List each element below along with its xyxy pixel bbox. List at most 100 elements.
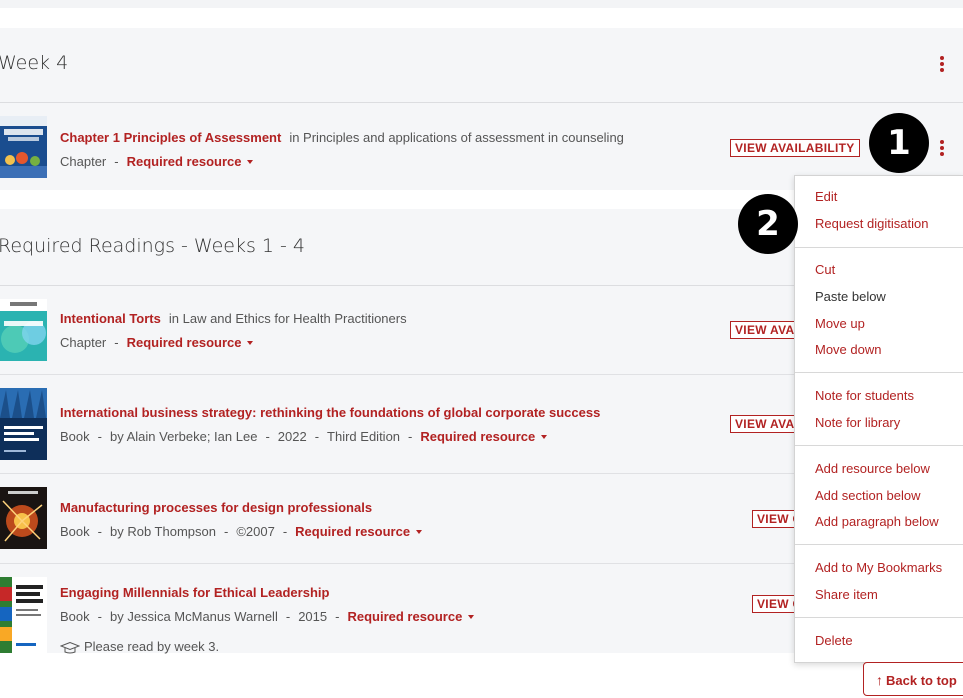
back-to-top-button[interactable]: ↑ Back to top [863, 662, 963, 696]
menu-separator [795, 247, 963, 248]
view-availability-button[interactable]: VIEW C [752, 595, 796, 613]
callout-badge-2: 2 [738, 194, 798, 254]
required-resource-dropdown[interactable]: Required resource [127, 154, 254, 169]
menu-separator [795, 372, 963, 373]
resource-meta: Book - by Rob Thompson - ©2007- Required reso… [60, 524, 423, 539]
menu-item-delete[interactable]: Delete [815, 633, 853, 648]
meta-separator: - [408, 429, 413, 444]
meta-separator: - [97, 429, 102, 444]
section-title: Week 4 [0, 52, 69, 74]
menu-item-move-up[interactable]: Move up [815, 316, 865, 331]
section-menu-kebab-icon[interactable] [937, 54, 947, 74]
resource-author: by Rob Thompson [109, 524, 216, 539]
resource-type: Book [60, 524, 90, 539]
view-availability-button[interactable]: VIEW C [752, 510, 796, 528]
menu-item-request-digitisation[interactable]: Request digitisation [815, 216, 928, 231]
resource-title[interactable]: Engaging Millennials for Ethical Leaders… [60, 585, 329, 600]
resource-type: Chapter [60, 335, 107, 350]
resource-title[interactable]: International business strategy: rethink… [60, 405, 600, 420]
meta-separator: - [335, 609, 340, 624]
menu-item-add-to-bookmarks[interactable]: Add to My Bookmarks [815, 560, 942, 575]
mortarboard-icon [59, 641, 81, 654]
required-resource-dropdown[interactable]: Required resource [295, 524, 423, 539]
required-resource-dropdown[interactable]: Required resource [127, 335, 254, 350]
meta-separator: - [265, 429, 270, 444]
caret-down-icon [468, 614, 475, 619]
back-to-top-label[interactable]: Back to top [886, 673, 957, 688]
meta-separator: - [114, 154, 119, 169]
book-cover-thumbnail [0, 116, 47, 178]
resource-type: Book [60, 429, 90, 444]
resource-meta: Book - by Alain Verbeke; Ian Lee -2022- Thir… [60, 429, 548, 444]
resource-type: Chapter [60, 154, 107, 169]
book-cover-thumbnail [0, 577, 47, 653]
book-cover-thumbnail [0, 388, 47, 460]
section-divider [0, 102, 963, 103]
required-resource-label[interactable]: Required resource [127, 335, 242, 350]
item-actions-menu: Edit Request digitisation Cut Paste belo… [794, 175, 963, 663]
section-week-4: Week 4 Chapter 1 Principles of Assessmen… [0, 28, 963, 190]
menu-item-edit[interactable]: Edit [815, 189, 837, 204]
meta-separator: - [223, 524, 229, 539]
arrow-up-icon: ↑ [876, 672, 883, 688]
menu-item-note-for-library[interactable]: Note for library [815, 415, 900, 430]
view-availability-button[interactable]: VIEW AVA [730, 415, 796, 433]
menu-separator [795, 617, 963, 618]
caret-down-icon [247, 340, 254, 345]
resource-title-link[interactable]: Chapter 1 Principles of Assessment in Pri… [60, 130, 624, 145]
resource-edition: Third Edition [327, 429, 401, 444]
item-menu-kebab-icon[interactable] [937, 138, 947, 158]
resource-meta: Chapter - Required resource [60, 335, 254, 350]
menu-item-add-section-below[interactable]: Add section below [815, 488, 921, 503]
section-title: Required Readings - Weeks 1 - 4 [0, 235, 306, 257]
resource-year: 2015 [298, 609, 328, 624]
caret-down-icon [247, 159, 254, 164]
caret-down-icon [541, 434, 548, 439]
menu-item-share-item[interactable]: Share item [815, 587, 878, 602]
resource-title[interactable]: Manufacturing processes for design profe… [60, 500, 372, 515]
required-resource-label[interactable]: Required resource [420, 429, 535, 444]
resource-year: ©2007 [236, 524, 275, 539]
callout-badge-1: 1 [869, 113, 929, 173]
menu-item-add-paragraph-below[interactable]: Add paragraph below [815, 514, 939, 529]
required-resource-dropdown[interactable]: Required resource [420, 429, 548, 444]
required-resource-label[interactable]: Required resource [295, 524, 410, 539]
required-resource-label[interactable]: Required resource [127, 154, 242, 169]
menu-separator [795, 445, 963, 446]
resource-meta: Chapter - Required resource [60, 154, 254, 169]
resource-author: by Jessica McManus Warnell [109, 609, 278, 624]
menu-item-note-for-students[interactable]: Note for students [815, 388, 914, 403]
resource-type: Book [60, 609, 90, 624]
menu-item-paste-below[interactable]: Paste below [815, 289, 886, 304]
required-resource-dropdown[interactable]: Required resource [347, 609, 475, 624]
menu-separator [795, 544, 963, 545]
resource-title-link[interactable]: Intentional Torts in Law and Ethics for H… [60, 311, 407, 326]
book-cover-thumbnail [0, 487, 47, 549]
resource-title-link[interactable]: Engaging Millennials for Ethical Leaders… [60, 585, 329, 600]
resource-title-link[interactable]: International business strategy: rethink… [60, 405, 600, 420]
menu-item-add-resource-below[interactable]: Add resource below [815, 461, 930, 476]
view-availability-button[interactable]: VIEW AVAILABILITY [730, 139, 860, 157]
book-cover-thumbnail [0, 299, 47, 361]
view-availability-button[interactable]: VIEW AVA [730, 321, 796, 339]
meta-separator: - [114, 335, 119, 350]
required-resource-label[interactable]: Required resource [347, 609, 462, 624]
student-note: Please read by week 3. [59, 639, 220, 654]
menu-item-move-down[interactable]: Move down [815, 342, 881, 357]
resource-author: by Alain Verbeke; Ian Lee [109, 429, 258, 444]
resource-title[interactable]: Intentional Torts [60, 311, 161, 326]
meta-separator: - [97, 524, 102, 539]
meta-separator: - [282, 524, 288, 539]
student-note-text: Please read by week 3. [84, 639, 220, 654]
resource-meta: Book - by Jessica McManus Warnell -2015- Req… [60, 609, 475, 624]
resource-parent-text: in Principles and applications of assess… [289, 130, 624, 145]
resource-year: 2022 [277, 429, 307, 444]
menu-item-cut[interactable]: Cut [815, 262, 835, 277]
meta-separator: - [285, 609, 291, 624]
top-strip [0, 0, 963, 8]
resource-parent-text: in Law and Ethics for Health Practitione… [168, 311, 407, 326]
caret-down-icon [416, 529, 423, 534]
resource-title-link[interactable]: Manufacturing processes for design profe… [60, 500, 372, 515]
resource-title[interactable]: Chapter 1 Principles of Assessment [60, 130, 281, 145]
meta-separator: - [97, 609, 102, 624]
